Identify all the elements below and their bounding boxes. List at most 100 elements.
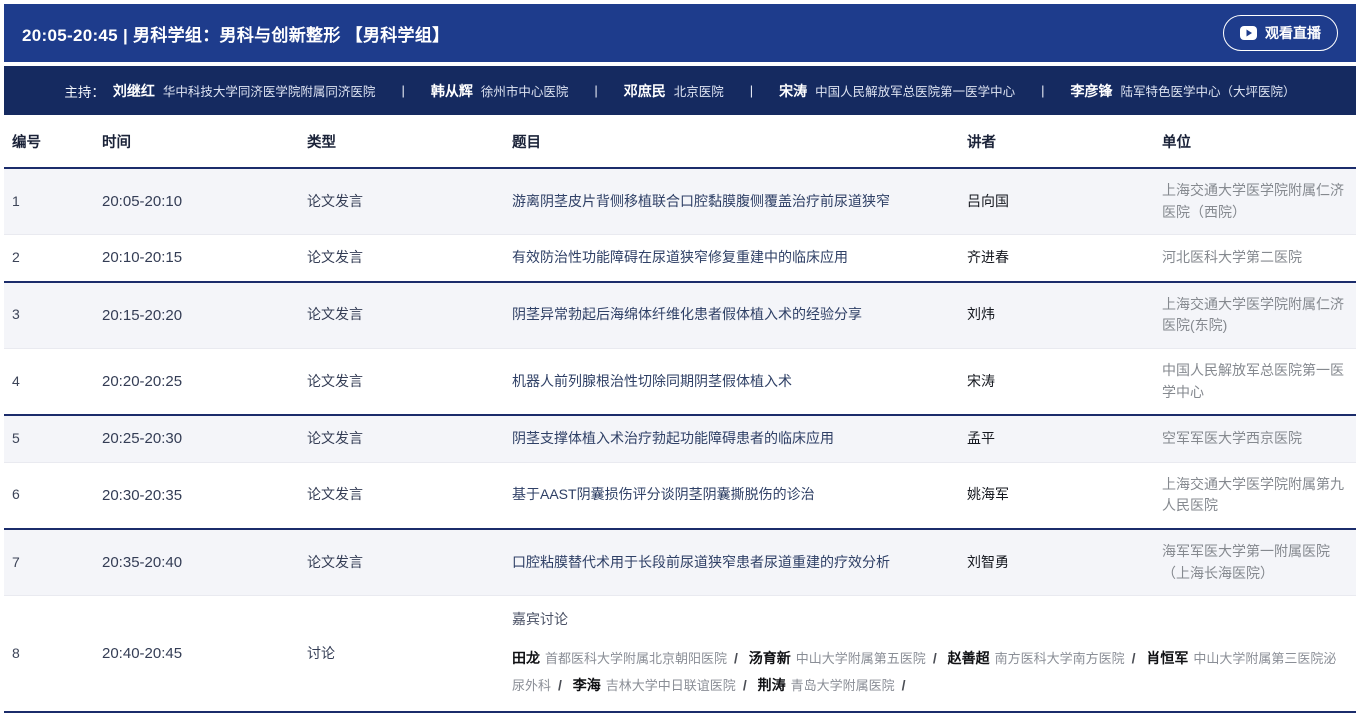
row-org: 上海交通大学医学院附属仁济医院（西院） [1154, 168, 1356, 235]
row-number: 7 [4, 529, 94, 596]
discussant-separator: / [558, 677, 562, 693]
discussant-separator: / [902, 677, 906, 693]
moderator-item: 李彦锋陆军特色医学中心（大坪医院） [1071, 81, 1296, 101]
row-title: 机器人前列腺根治性切除同期阴茎假体植入术 [504, 349, 959, 416]
discussant: 汤育新中山大学附属第五医院 / [749, 650, 944, 666]
row-title: 阴茎异常勃起后海绵体纤维化患者假体植入术的经验分享 [504, 282, 959, 349]
discussant-name: 李海 [573, 677, 601, 693]
play-icon [1240, 26, 1257, 40]
discussant-separator: / [1132, 650, 1136, 666]
row-type: 论文发言 [299, 349, 504, 416]
discussant-org: 南方医科大学南方医院 [995, 651, 1125, 666]
moderator-name: 邓庶民 [624, 83, 666, 99]
watch-live-label: 观看直播 [1265, 23, 1321, 43]
col-org: 单位 [1154, 115, 1356, 168]
moderator-affiliation: 陆军特色医学中心（大坪医院） [1121, 85, 1296, 99]
moderator-separator: | [1041, 83, 1044, 98]
moderator-name: 宋涛 [779, 83, 807, 99]
row-number: 8 [4, 596, 94, 712]
discussant-list: 田龙首都医科大学附属北京朝阳医院 / 汤育新中山大学附属第五医院 / 赵善超南方医科… [512, 645, 1348, 700]
row-time: 20:35-20:40 [94, 529, 299, 596]
col-time: 时间 [94, 115, 299, 168]
moderator-item: 邓庶民北京医院 [624, 81, 724, 101]
discussant-name: 田龙 [512, 650, 540, 666]
row-type: 论文发言 [299, 168, 504, 235]
table-row: 1 20:05-20:10 论文发言 游离阴茎皮片背侧移植联合口腔黏膜腹侧覆盖治… [4, 168, 1356, 235]
discussant-org: 青岛大学附属医院 [791, 678, 895, 693]
table-header-row: 编号 时间 类型 题目 讲者 单位 [4, 115, 1356, 168]
row-time: 20:10-20:15 [94, 235, 299, 282]
discussant-name: 汤育新 [749, 650, 791, 666]
moderator-item: 韩从辉徐州市中心医院 [431, 81, 569, 101]
col-speaker: 讲者 [959, 115, 1154, 168]
moderator-affiliation: 徐州市中心医院 [481, 85, 569, 99]
discussant: 赵善超南方医科大学南方医院 / [948, 650, 1143, 666]
row-title: 口腔粘膜替代术用于长段前尿道狭窄患者尿道重建的疗效分析 [504, 529, 959, 596]
row-number: 2 [4, 235, 94, 282]
col-no: 编号 [4, 115, 94, 168]
row-number: 5 [4, 415, 94, 462]
session-title: 20:05-20:45 | 男科学组：男科与创新整形 【男科学组】 [22, 21, 449, 46]
row-time: 20:05-20:10 [94, 168, 299, 235]
row-speaker: 刘智勇 [959, 529, 1154, 596]
discussant-separator: / [734, 650, 738, 666]
moderator-name: 李彦锋 [1071, 83, 1113, 99]
discussant-separator: / [933, 650, 937, 666]
discussant-name: 肖恒军 [1146, 650, 1188, 666]
row-time: 20:20-20:25 [94, 349, 299, 416]
row-org: 中国人民解放军总医院第一医学中心 [1154, 349, 1356, 416]
discussant-org: 首都医科大学附属北京朝阳医院 [545, 651, 727, 666]
row-type: 讨论 [299, 596, 504, 712]
discussion-label: 嘉宾讨论 [512, 609, 1348, 631]
row-time: 20:30-20:35 [94, 462, 299, 529]
moderators-label: 主持： [64, 81, 105, 101]
discussion-cell: 嘉宾讨论 田龙首都医科大学附属北京朝阳医院 / 汤育新中山大学附属第五医院 / 赵善… [504, 596, 1356, 712]
row-speaker: 吕向国 [959, 168, 1154, 235]
row-title: 有效防治性功能障碍在尿道狭窄修复重建中的临床应用 [504, 235, 959, 282]
table-row: 7 20:35-20:40 论文发言 口腔粘膜替代术用于长段前尿道狭窄患者尿道重… [4, 529, 1356, 596]
moderator-separator: | [401, 83, 404, 98]
row-type: 论文发言 [299, 529, 504, 596]
row-org: 河北医科大学第二医院 [1154, 235, 1356, 282]
moderator-name: 刘继红 [113, 83, 155, 99]
moderator-affiliation: 北京医院 [674, 85, 724, 99]
row-number: 4 [4, 349, 94, 416]
row-speaker: 姚海军 [959, 462, 1154, 529]
row-org: 上海交通大学医学院附属第九人民医院 [1154, 462, 1356, 529]
moderator-affiliation: 中国人民解放军总医院第一医学中心 [815, 85, 1015, 99]
row-type: 论文发言 [299, 282, 504, 349]
moderator-separator: | [750, 83, 753, 98]
discussant-name: 荆涛 [758, 677, 786, 693]
row-time: 20:40-20:45 [94, 596, 299, 712]
table-row: 3 20:15-20:20 论文发言 阴茎异常勃起后海绵体纤维化患者假体植入术的… [4, 282, 1356, 349]
table-row: 5 20:25-20:30 论文发言 阴茎支撑体植入术治疗勃起功能障碍患者的临床… [4, 415, 1356, 462]
table-row-discussion: 8 20:40-20:45 讨论 嘉宾讨论 田龙首都医科大学附属北京朝阳医院 / … [4, 596, 1356, 712]
row-title: 阴茎支撑体植入术治疗勃起功能障碍患者的临床应用 [504, 415, 959, 462]
moderator-item: 刘继红华中科技大学同济医学院附属同济医院 [113, 81, 376, 101]
row-number: 3 [4, 282, 94, 349]
discussant: 田龙首都医科大学附属北京朝阳医院 / [512, 650, 745, 666]
discussant: 荆涛青岛大学附属医院 / [758, 677, 913, 693]
discussant: 李海吉林大学中日联谊医院/ [573, 677, 754, 693]
moderator-item: 宋涛中国人民解放军总医院第一医学中心 [779, 81, 1015, 101]
row-speaker: 宋涛 [959, 349, 1154, 416]
row-title: 基于AAST阴囊损伤评分谈阴茎阴囊撕脱伤的诊治 [504, 462, 959, 529]
row-number: 1 [4, 168, 94, 235]
discussant-name: 赵善超 [948, 650, 990, 666]
schedule-table: 编号 时间 类型 题目 讲者 单位 1 20:05-20:10 论文发言 游离阴… [4, 115, 1356, 713]
col-type: 类型 [299, 115, 504, 168]
watch-live-button[interactable]: 观看直播 [1223, 15, 1338, 51]
table-row: 6 20:30-20:35 论文发言 基于AAST阴囊损伤评分谈阴茎阴囊撕脱伤的… [4, 462, 1356, 529]
table-row: 2 20:10-20:15 论文发言 有效防治性功能障碍在尿道狭窄修复重建中的临… [4, 235, 1356, 282]
row-org: 海军军医大学第一附属医院（上海长海医院） [1154, 529, 1356, 596]
row-number: 6 [4, 462, 94, 529]
row-time: 20:25-20:30 [94, 415, 299, 462]
col-title: 题目 [504, 115, 959, 168]
table-row: 4 20:20-20:25 论文发言 机器人前列腺根治性切除同期阴茎假体植入术 … [4, 349, 1356, 416]
row-title: 游离阴茎皮片背侧移植联合口腔黏膜腹侧覆盖治疗前尿道狭窄 [504, 168, 959, 235]
session-header-bar: 20:05-20:45 | 男科学组：男科与创新整形 【男科学组】 观看直播 [4, 4, 1356, 62]
discussant-org: 中山大学附属第五医院 [796, 651, 926, 666]
row-type: 论文发言 [299, 235, 504, 282]
row-speaker: 刘炜 [959, 282, 1154, 349]
row-type: 论文发言 [299, 415, 504, 462]
